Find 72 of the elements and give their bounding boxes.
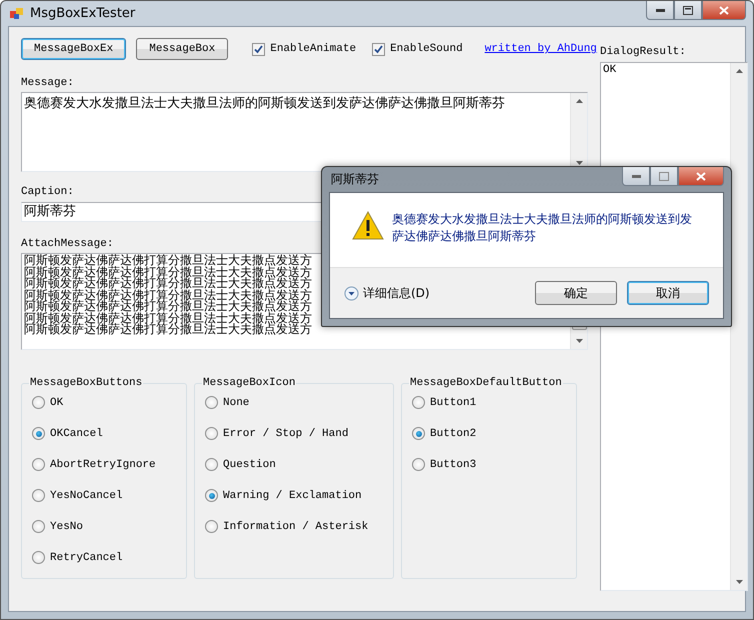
message-text: 奥德赛发大水发撒旦法士大夫撒旦法师的阿斯顿发送到发萨达佛萨达佛撒旦阿斯蒂芬 bbox=[24, 95, 505, 112]
group-title: MessageBoxDefaultButton bbox=[409, 377, 563, 389]
minimize-icon bbox=[632, 174, 640, 178]
radio-label: Question bbox=[223, 458, 276, 470]
field-label: DialogResult: bbox=[600, 46, 687, 58]
author-link[interactable]: written by AhDung bbox=[484, 43, 597, 55]
check-icon bbox=[254, 44, 264, 54]
minimize-button[interactable] bbox=[622, 167, 650, 186]
radio-button[interactable] bbox=[32, 489, 45, 502]
checkbox-label: EnableSound bbox=[390, 43, 463, 55]
radio-label: None bbox=[223, 396, 250, 408]
dialog-result-text: OK bbox=[603, 64, 616, 76]
maximize-button[interactable] bbox=[674, 1, 702, 20]
radio-button[interactable] bbox=[32, 458, 45, 471]
dialog-title: 阿斯蒂芬 bbox=[331, 171, 379, 188]
radio-label: AbortRetryIgnore bbox=[50, 458, 156, 470]
message-field[interactable]: 奥德赛发大水发撒旦法士大夫撒旦法师的阿斯顿发送到发萨达佛萨达佛撒旦阿斯蒂芬 bbox=[21, 92, 588, 172]
minimize-button[interactable] bbox=[646, 1, 674, 20]
toolbar-button[interactable]: MessageBox bbox=[136, 38, 228, 60]
radio-label: Button2 bbox=[430, 428, 476, 440]
radio-button[interactable] bbox=[32, 520, 45, 533]
scroll-up-icon[interactable] bbox=[736, 69, 742, 73]
scroll-down-icon[interactable] bbox=[736, 580, 742, 584]
radio-button[interactable] bbox=[32, 551, 45, 564]
close-icon bbox=[719, 6, 729, 14]
close-button[interactable] bbox=[678, 167, 724, 186]
close-button[interactable] bbox=[702, 1, 746, 20]
group-title: MessageBoxIcon bbox=[202, 377, 296, 389]
radio-label: YesNoCancel bbox=[50, 490, 123, 502]
app-icon bbox=[10, 7, 24, 20]
field-label: AttachMessage: bbox=[21, 238, 114, 250]
checkbox[interactable] bbox=[252, 42, 266, 56]
checkbox-label: EnableAnimate bbox=[270, 43, 356, 55]
toolbar-button[interactable]: MessageBoxEx bbox=[21, 38, 126, 60]
radio-label: Button3 bbox=[430, 458, 476, 470]
check-icon bbox=[374, 44, 384, 54]
scrollbar[interactable] bbox=[730, 63, 747, 590]
radio-button[interactable] bbox=[205, 520, 218, 533]
radio-button[interactable] bbox=[32, 396, 45, 409]
maximize-icon bbox=[683, 6, 693, 14]
radio-label: RetryCancel bbox=[50, 552, 123, 564]
radio-label: YesNo bbox=[50, 520, 84, 532]
dialog-button[interactable]: 取消 bbox=[627, 281, 709, 305]
scroll-down-icon[interactable] bbox=[576, 339, 582, 343]
dialog-button[interactable]: 确定 bbox=[535, 281, 617, 305]
checkbox[interactable] bbox=[372, 42, 386, 56]
radio-label: Warning / Exclamation bbox=[223, 490, 362, 502]
minimize-icon bbox=[656, 8, 664, 12]
field-label: Message: bbox=[21, 77, 75, 89]
window-title: MsgBoxExTester bbox=[30, 6, 136, 21]
attach-message-text: 阿斯顿发萨达佛萨达佛打算分撒旦法士大夫撒点发送方 阿斯顿发萨达佛萨达佛打算分撒旦法士大夫撒点发送方 阿斯顿发萨达佛萨达佛打算分撒旦法士大夫撒点发送方 阿斯顿发萨达佛萨达佛打算分撒旦法士大夫撒点发送方 阿斯顿发萨达佛萨达佛打算分撒旦法士大夫撒点发送方 阿斯顿发萨达佛萨达佛打算分撒旦法士大夫撒点发送方 阿斯顿发萨达佛萨达佛打算分撒旦法士大夫撒点发送方 bbox=[24, 255, 312, 336]
radio-button[interactable] bbox=[205, 427, 218, 440]
radio-button[interactable] bbox=[412, 458, 425, 471]
radio-label: Error / Stop / Hand bbox=[223, 428, 348, 440]
radio-button[interactable] bbox=[205, 458, 218, 471]
warning-icon bbox=[352, 211, 384, 240]
radio-button[interactable] bbox=[205, 489, 218, 502]
maximize-icon bbox=[659, 172, 669, 180]
radio-button[interactable] bbox=[412, 396, 425, 409]
group-title: MessageBoxButtons bbox=[29, 377, 144, 389]
radio-label: OK bbox=[50, 396, 64, 408]
radio-label: Button1 bbox=[430, 396, 476, 408]
expand-icon bbox=[344, 286, 359, 300]
radio-label: OKCancel bbox=[50, 428, 103, 440]
radio-button[interactable] bbox=[32, 427, 45, 440]
field-label: Caption: bbox=[21, 186, 75, 198]
radio-label: Information / Asterisk bbox=[223, 520, 368, 532]
scroll-up-icon[interactable] bbox=[576, 99, 582, 103]
close-icon bbox=[696, 172, 706, 180]
radio-button[interactable] bbox=[205, 396, 218, 409]
details-toggle[interactable]: 详细信息(D) bbox=[344, 284, 430, 302]
radio-button[interactable] bbox=[412, 427, 425, 440]
